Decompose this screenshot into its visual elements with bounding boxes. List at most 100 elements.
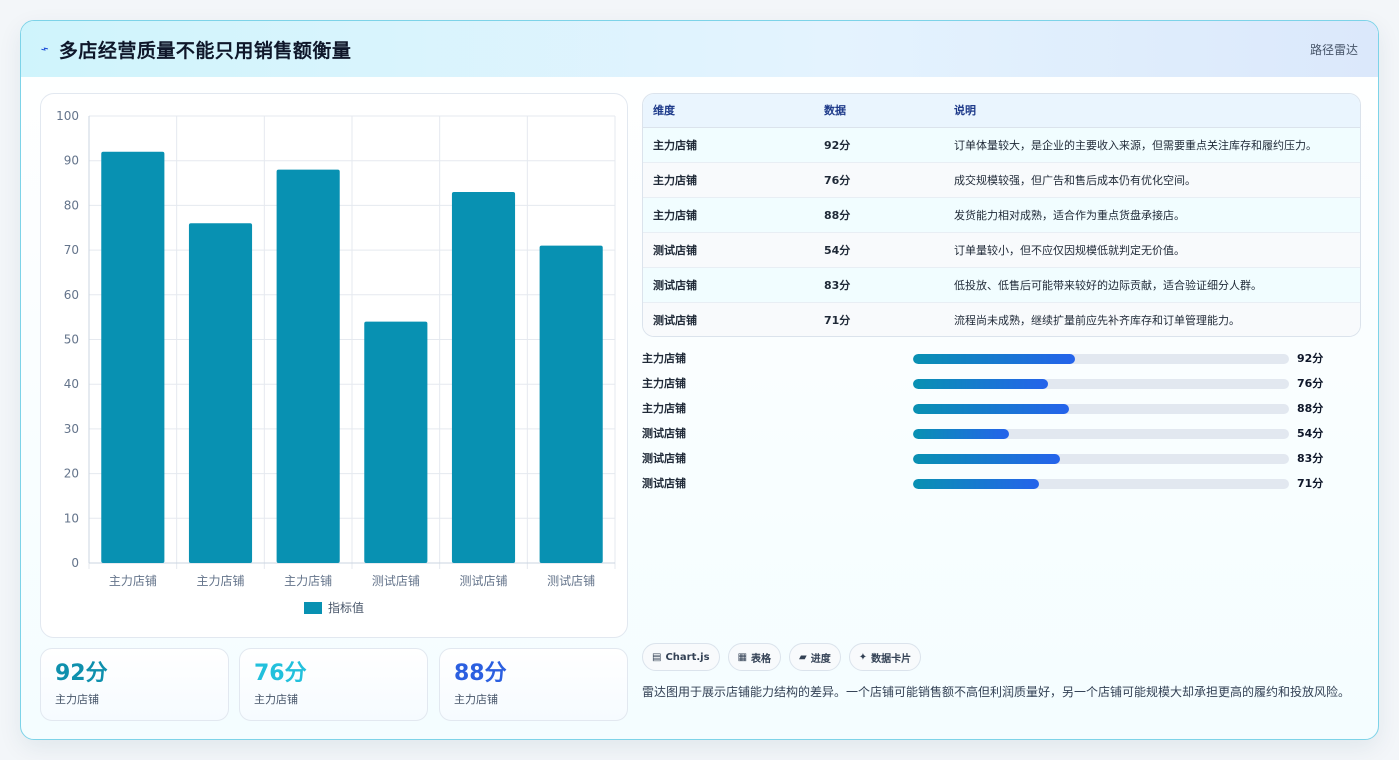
cell-data: 88分: [814, 197, 944, 233]
table-row: 主力店铺 92分 订单体量较大，是企业的主要收入来源，但需要重点关注库存和履约压…: [643, 127, 1360, 163]
legend-label: 指标值: [328, 600, 364, 615]
dashboard-card: ⌁ 多店经营质量不能只用销售额衡量 路径雷达 0 10 20 30 40 50 60 70 80…: [20, 20, 1379, 740]
cell-dimension: 测试店铺: [643, 267, 814, 303]
chip-label: 数据卡片: [871, 653, 912, 665]
cell-dimension: 主力店铺: [643, 197, 814, 233]
table-icon: ▦: [737, 651, 748, 663]
legend-swatch: [304, 602, 322, 614]
progress-track: [913, 479, 1289, 489]
table-row: 测试店铺 54分 订单量较小，但不应仅因规模低就判定无价值。: [643, 232, 1360, 268]
stat-label: 主力店铺: [254, 693, 298, 706]
cell-description: 订单体量较大，是企业的主要收入来源，但需要重点关注库存和履约压力。: [944, 127, 1360, 163]
cell-dimension: 测试店铺: [643, 232, 814, 268]
chip-label: 进度: [810, 653, 831, 665]
chip-chartjs[interactable]: ▤ Chart.js: [642, 643, 720, 671]
table-row: 测试店铺 83分 低投放、低售后可能带来较好的边际贡献，适合验证细分人群。: [643, 267, 1360, 303]
cell-description: 流程尚未成熟，继续扩量前应先补齐库存和订单管理能力。: [954, 313, 1240, 327]
progress-list: 主力店铺 92分 主力店铺 76分 主力店铺 88分 测试店铺 54分 测试店铺…: [642, 346, 1361, 496]
bar: [539, 245, 603, 563]
cell-data: 76分: [814, 162, 944, 198]
chip-progress[interactable]: ▰ 进度: [789, 643, 841, 671]
cell-dimension: 主力店铺: [643, 127, 814, 163]
bar-chart-panel: 0 10 20 30 40 50 60 70 80 90 100 主力店铺 主力店铺 主力店铺 测试店铺 测试…: [40, 93, 628, 638]
x-tick-label: 测试店铺: [372, 573, 420, 588]
stat-card: 92分 主力店铺: [40, 648, 229, 721]
progress-row: 主力店铺 76分: [642, 371, 1361, 396]
y-tick-label: 60: [64, 288, 79, 302]
table-row: 主力店铺 88分 发货能力相对成熟，适合作为重点货盘承接店。: [643, 197, 1360, 233]
cell-dimension: 测试店铺: [653, 313, 697, 327]
y-tick-label: 50: [64, 333, 79, 347]
progress-fill: [913, 354, 1075, 364]
cell-data: 92分: [814, 127, 944, 163]
progress-value: 92分: [1297, 352, 1324, 365]
x-tick-label: 测试店铺: [547, 573, 595, 588]
stat-label: 主力店铺: [55, 693, 99, 706]
progress-fill: [913, 479, 1039, 489]
header: ⌁ 多店经营质量不能只用销售额衡量 路径雷达: [21, 21, 1378, 77]
data-table: 维度 数据 说明 主力店铺 92分 订单体量较大，是企业的主要收入来源，但需要重…: [643, 94, 1360, 336]
y-tick-label: 30: [64, 422, 79, 436]
y-tick-label: 80: [64, 198, 79, 212]
y-tick-label: 100: [56, 109, 79, 123]
table-row: 测试店铺 71分 流程尚未成熟，继续扩量前应先补齐库存和订单管理能力。: [643, 302, 1360, 336]
progress-label: 测试店铺: [642, 452, 686, 465]
progress-track: [913, 354, 1289, 364]
progress-row: 主力店铺 88分: [642, 396, 1361, 421]
header-tag: 路径雷达: [1309, 43, 1358, 57]
chip-label: Chart.js: [665, 651, 710, 663]
bar-chart: 0 10 20 30 40 50 60 70 80 90 100 主力店铺 主力店铺 主力店铺 测试店铺 测试…: [56, 109, 616, 615]
progress-fill: [913, 429, 1009, 439]
table-header-row: 维度 数据 说明: [643, 94, 1360, 128]
progress-value: 76分: [1297, 377, 1324, 390]
progress-label: 主力店铺: [642, 402, 686, 415]
bar: [188, 223, 253, 563]
column-header: 数据: [814, 94, 944, 128]
progress-track: [913, 454, 1289, 464]
y-tick-label: 70: [64, 243, 79, 257]
progress-label: 主力店铺: [642, 352, 686, 365]
progress-track: [913, 379, 1289, 389]
y-tick-label: 90: [64, 154, 79, 168]
chip-row: ▤ Chart.js ▦ 表格 ▰ 进度 ✦ 数据卡片: [642, 643, 922, 671]
bar: [451, 191, 516, 563]
progress-value: 88分: [1297, 402, 1324, 415]
cell-description: 低投放、低售后可能带来较好的边际贡献，适合验证细分人群。: [944, 267, 1360, 303]
y-tick-label: 40: [64, 377, 79, 391]
progress-fill: [913, 454, 1060, 464]
stat-card: 88分 主力店铺: [439, 648, 628, 721]
sparkle-icon: ✦: [858, 651, 868, 663]
chip-data-cards[interactable]: ✦ 数据卡片: [848, 643, 922, 671]
y-tick-label: 10: [64, 511, 79, 525]
chip-table[interactable]: ▦ 表格: [727, 643, 782, 671]
stat-label: 主力店铺: [454, 693, 498, 706]
progress-value: 54分: [1297, 427, 1324, 440]
bar: [364, 321, 428, 563]
x-tick-label: 测试店铺: [459, 573, 507, 588]
bar: [276, 169, 340, 563]
column-header: 说明: [944, 94, 1360, 128]
chart-icon: ▤: [652, 651, 662, 663]
cell-description: 订单量较小，但不应仅因规模低就判定无价值。: [944, 232, 1360, 268]
stat-value: 92分: [55, 661, 108, 686]
x-tick-label: 主力店铺: [284, 574, 332, 588]
progress-label: 测试店铺: [642, 427, 686, 440]
stat-value: 88分: [454, 661, 507, 686]
cell-dimension: 主力店铺: [643, 162, 814, 198]
progress-fill: [913, 379, 1049, 389]
chip-label: 表格: [751, 653, 772, 665]
progress-row: 测试店铺 54分: [642, 421, 1361, 446]
progress-row: 测试店铺 83分: [642, 446, 1361, 471]
progress-track: [913, 429, 1289, 439]
cell-data: 71分: [824, 313, 851, 327]
y-tick-label: 20: [64, 467, 79, 481]
y-tick-label: 0: [71, 556, 79, 570]
progress-value: 83分: [1297, 452, 1324, 465]
progress-label: 主力店铺: [642, 377, 686, 390]
cell-data: 83分: [814, 267, 944, 303]
progress-value: 71分: [1297, 477, 1324, 490]
x-tick-label: 主力店铺: [109, 574, 157, 588]
x-tick-label: 主力店铺: [196, 574, 244, 588]
column-header: 维度: [643, 94, 814, 128]
progress-row: 测试店铺 71分: [642, 471, 1361, 496]
